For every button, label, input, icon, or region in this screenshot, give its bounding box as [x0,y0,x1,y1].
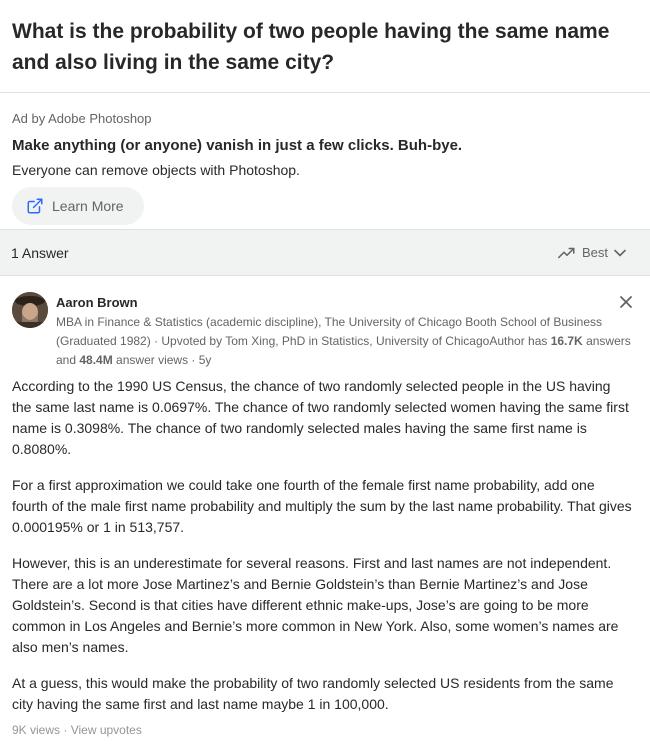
author-suffix: Author has [489,334,551,348]
question-title: What is the probability of two people ha… [12,20,610,74]
external-link-icon [27,198,43,214]
view-upvotes-link[interactable]: View upvotes [71,723,142,737]
views-label: 9K views [12,723,61,737]
avatar[interactable] [12,292,48,328]
trending-icon [557,247,575,258]
answer-footer: 9K views · View upvotes [12,723,142,737]
author-name[interactable]: Aaron Brown [56,295,138,310]
views-word: answer views · 5y [112,353,212,367]
close-icon[interactable] [619,295,633,309]
divider [0,92,650,93]
ad-headline[interactable]: Make anything (or anyone) vanish in just… [12,137,462,154]
learn-more-button[interactable]: Learn More [12,187,144,225]
answer-paragraph: For a first approximation we could take … [12,477,632,535]
ad-label[interactable]: Ad by Adobe Photoshop [12,111,152,126]
learn-more-label: Learn More [52,198,124,214]
answer-paragraph: However, this is an underestimate for se… [12,555,619,655]
answers-bar: 1 Answer Best [0,229,650,276]
sort-dropdown[interactable]: Best [557,245,626,260]
ad-text[interactable]: Everyone can remove objects with Photosh… [12,162,300,178]
answer-paragraph: At a guess, this would make the probabil… [12,675,614,712]
answers-count: 1 Answer [11,245,69,261]
upvoter-link[interactable]: Tom Xing, PhD in Statistics, University … [225,334,489,348]
answers-count-value: 16.7K [550,334,583,348]
footer-separator: · [60,723,71,737]
answer-paragraph: According to the 1990 US Census, the cha… [12,378,629,457]
sort-label: Best [581,245,608,260]
views-count-value: 48.4M [79,353,113,367]
author-credentials: MBA in Finance & Statistics (academic di… [56,313,640,370]
chevron-down-icon [614,249,626,256]
